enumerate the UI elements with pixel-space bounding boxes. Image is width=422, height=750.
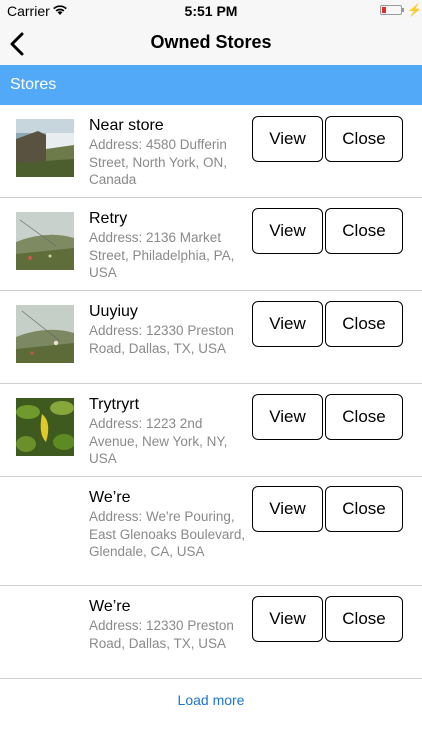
store-thumbnail (16, 212, 74, 270)
status-bar: Carrier 5:51 PM ⚡ (0, 0, 422, 22)
grass-photo (16, 212, 74, 270)
charging-bolt-icon: ⚡ (407, 3, 422, 17)
navigation-bar: Owned Stores (0, 22, 422, 65)
load-more-link[interactable]: Load more (0, 692, 422, 708)
store-name: Retry (89, 210, 128, 227)
store-address: Address: 2136 Market Street, Philadelphi… (89, 230, 235, 280)
store-row: Uuyiuy Address: 12330 Preston Road, Dall… (0, 291, 422, 384)
grass-photo (16, 305, 74, 363)
store-row: We’re Address: We're Pouring, East Gleno… (0, 477, 422, 586)
close-button[interactable]: Close (325, 301, 403, 347)
store-row: Retry Address: 2136 Market Street, Phila… (0, 198, 422, 291)
pepper-plant-photo (16, 398, 74, 456)
view-button[interactable]: View (252, 596, 323, 642)
store-row: We’re Address: 12330 Preston Road, Dalla… (0, 586, 422, 679)
store-address: Address: 1223 2nd Avenue, New York, NY, … (89, 416, 228, 466)
close-button[interactable]: Close (325, 394, 403, 440)
status-time: 5:51 PM (184, 3, 238, 19)
store-name: Trytryrt (89, 396, 140, 413)
store-name: Uuyiuy (89, 303, 138, 320)
view-button[interactable]: View (252, 394, 323, 440)
close-button[interactable]: Close (325, 116, 403, 162)
store-row: Trytryrt Address: 1223 2nd Avenue, New Y… (0, 384, 422, 477)
view-button[interactable]: View (252, 116, 323, 162)
view-button[interactable]: View (252, 208, 323, 254)
page-title: Owned Stores (150, 32, 272, 52)
view-button[interactable]: View (252, 486, 323, 532)
store-thumbnail (16, 119, 74, 177)
store-name: We’re (89, 489, 131, 506)
store-name: Near store (89, 117, 164, 134)
close-button[interactable]: Close (325, 596, 403, 642)
section-title: Stores (10, 76, 57, 93)
waterfall-photo (16, 119, 74, 177)
store-address: Address: 4580 Dufferin Street, North Yor… (89, 137, 228, 187)
battery-icon (380, 5, 402, 15)
store-thumbnail (16, 305, 74, 363)
store-address: Address: We're Pouring, East Glenoaks Bo… (89, 509, 246, 559)
close-button[interactable]: Close (325, 208, 403, 254)
store-address: Address: 12330 Preston Road, Dallas, TX,… (89, 618, 234, 651)
section-header: Stores (0, 65, 422, 105)
battery-tip (402, 8, 404, 12)
close-button[interactable]: Close (325, 486, 403, 532)
store-thumbnail (16, 398, 74, 456)
store-row: Near store Address: 4580 Dufferin Street… (0, 105, 422, 198)
store-name: We’re (89, 598, 131, 615)
store-address: Address: 12330 Preston Road, Dallas, TX,… (89, 323, 234, 356)
view-button[interactable]: View (252, 301, 323, 347)
